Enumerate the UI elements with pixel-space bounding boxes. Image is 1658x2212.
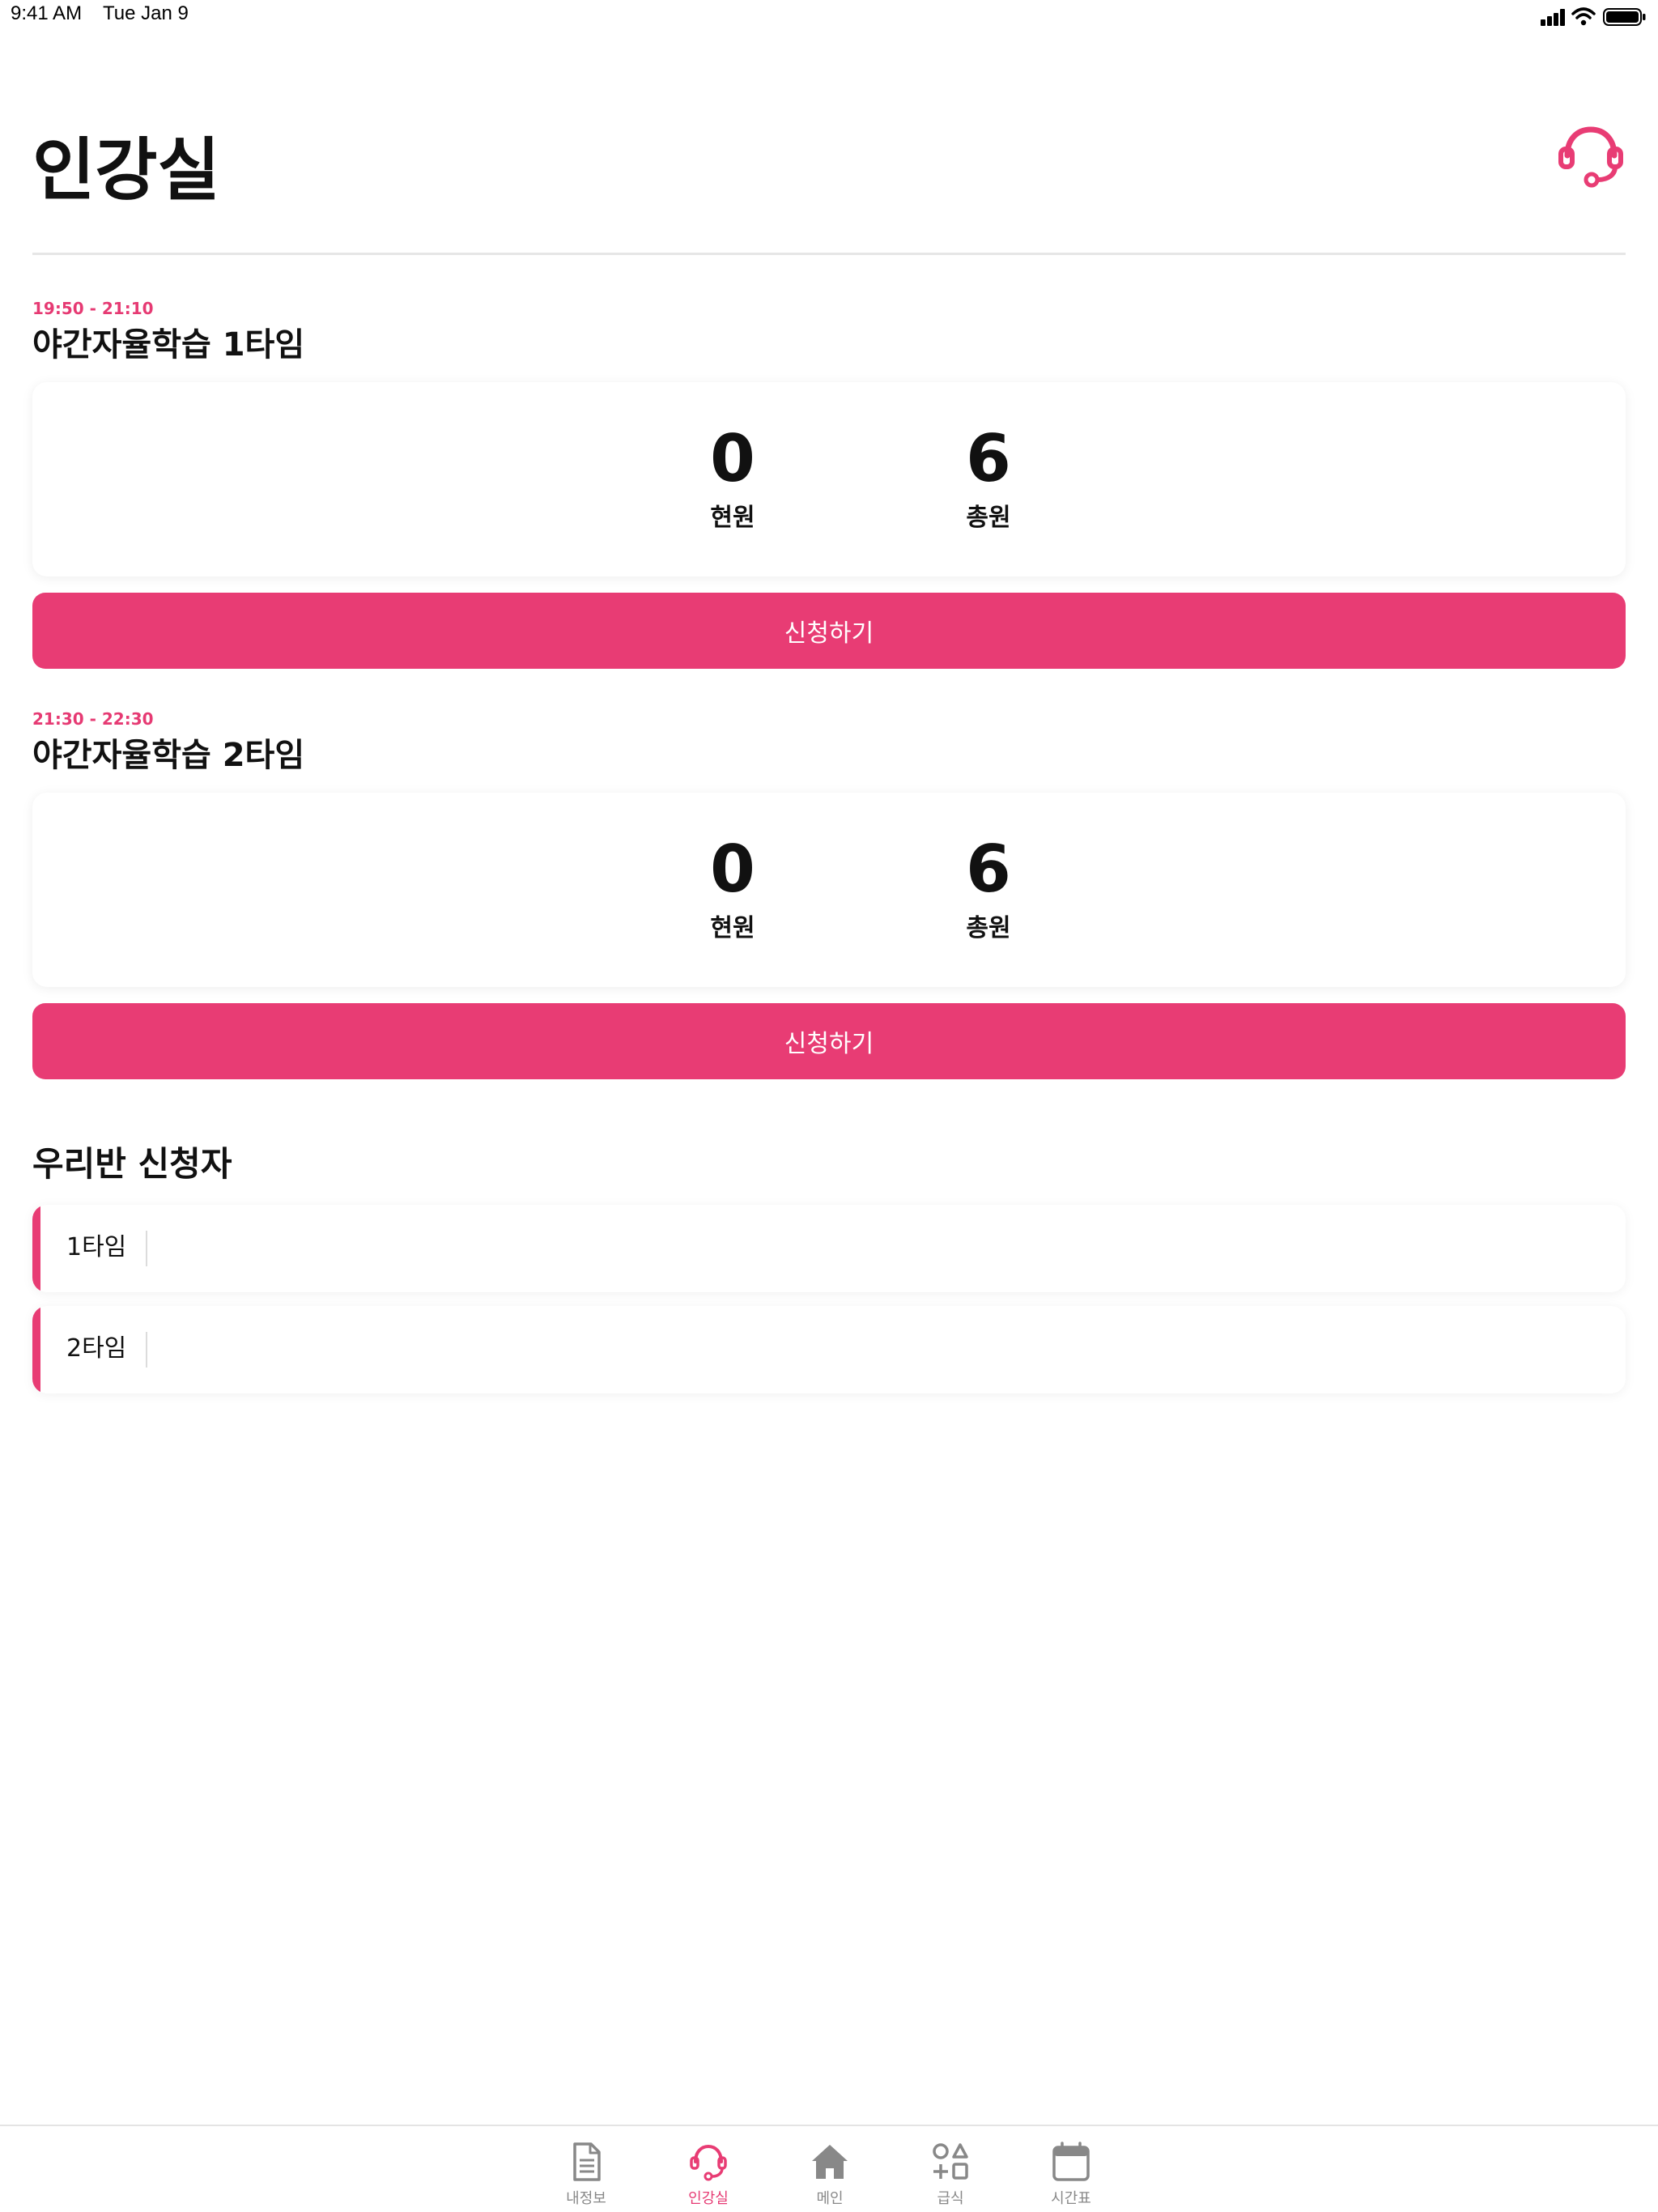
meal-icon [933,2143,968,2180]
tab-label: 시간표 [1051,2190,1091,2207]
tab-meal[interactable]: 급식 [894,2126,1007,2212]
current-count-label: 현원 [710,914,755,942]
total-count-label: 총원 [966,914,1011,942]
current-count: 0 현원 [668,833,797,943]
current-count-label: 현원 [710,504,755,532]
screen: 9:41 AM Tue Jan 9 인강실 19:50 - 21:10 야간자율… [0,0,1658,2212]
wifi-icon [1571,7,1596,26]
row-accent-bar [32,1205,40,1292]
current-count-value: 0 [710,421,755,496]
tab-label: 인강실 [688,2190,729,2207]
tab-timetable[interactable]: 시간표 [1014,2126,1128,2212]
class-applicants-title: 우리반 신청자 [32,1144,232,1184]
tab-bar: 내정보 인강실 메인 급식 시간표 [0,2125,1658,2212]
row-divider [146,1231,147,1266]
session-time: 21:30 - 22:30 [32,709,154,729]
session-title: 야간자율학습 2타임 [32,737,305,774]
row-accent-bar [32,1306,40,1393]
total-count-value: 6 [966,832,1011,907]
applicant-row-label: 2타임 [66,1334,127,1363]
session-time: 19:50 - 21:10 [32,299,154,318]
tab-label: 내정보 [566,2190,606,2207]
total-count: 6 총원 [924,833,1053,943]
total-count-value: 6 [966,421,1011,496]
tab-lecture-room[interactable]: 인강실 [652,2126,765,2212]
row-divider [146,1332,147,1368]
status-time: 9:41 AM [11,2,83,24]
headset-icon [1558,126,1623,188]
tab-label: 메인 [816,2190,844,2207]
applicant-row-time-1[interactable]: 1타임 [32,1205,1626,1292]
battery-icon [1603,8,1646,26]
headset-icon [690,2144,727,2181]
apply-button-session-2[interactable]: 신청하기 [32,1003,1626,1079]
calendar-icon [1052,2142,1090,2181]
applicant-row-time-2[interactable]: 2타임 [32,1306,1626,1393]
current-count-value: 0 [710,832,755,907]
tab-main[interactable]: 메인 [773,2126,886,2212]
tab-my-info[interactable]: 내정보 [529,2126,643,2212]
current-count: 0 현원 [668,423,797,533]
cellular-signal-icon [1541,9,1565,26]
header-divider [32,253,1626,255]
total-count: 6 총원 [924,423,1053,533]
page-title: 인강실 [32,130,220,210]
headset-button[interactable] [1554,120,1627,193]
session-title: 야간자율학습 1타임 [32,326,305,364]
status-date: Tue Jan 9 [103,2,189,24]
tab-label: 급식 [937,2190,964,2207]
document-icon [573,2142,601,2181]
total-count-label: 총원 [966,504,1011,532]
capacity-card: 0 현원 6 총원 [32,382,1626,576]
home-icon [812,2145,848,2179]
status-indicators [1533,6,1647,26]
capacity-card: 0 현원 6 총원 [32,793,1626,987]
applicant-row-label: 1타임 [66,1233,127,1261]
status-bar: 9:41 AM Tue Jan 9 [0,0,1658,32]
apply-button-session-1[interactable]: 신청하기 [32,593,1626,669]
